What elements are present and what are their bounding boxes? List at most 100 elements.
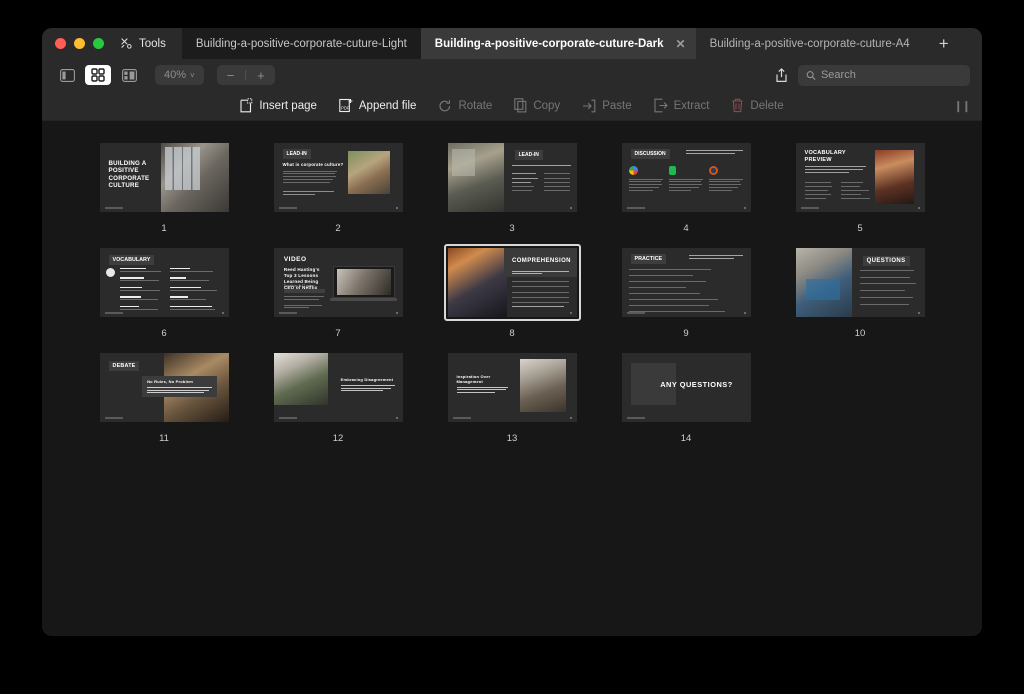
page-cell[interactable]: BUILDING A POSITIVE CORPORATE CULTURE 1 [77, 139, 251, 234]
page-thumbnail-wrap[interactable]: VOCABULARY PREVIEW [792, 139, 929, 216]
page-cell[interactable]: COMPREHENSION 8 [425, 244, 599, 339]
page-cell[interactable]: LEAD-IN What is corporate culture? 2 [251, 139, 425, 234]
page-thumbnail-wrap[interactable]: QUESTIONS [792, 244, 929, 321]
page-thumbnail-wrap[interactable]: VIDEO Reed Hasting's Top 3 Lessons Learn… [270, 244, 407, 321]
page-thumbnail-wrap[interactable]: LEAD-IN [444, 139, 581, 216]
page-thumbnail-wrap[interactable]: PRACTICE [618, 244, 755, 321]
grid-view-button[interactable] [85, 65, 111, 85]
page-cell[interactable]: QUESTIONS 10 [773, 244, 947, 339]
tab-close-icon[interactable]: ✕ [674, 36, 688, 52]
slide-column [629, 165, 663, 191]
zoom-out-button[interactable]: − [217, 68, 245, 83]
slide-card: No Rules, No Problem [142, 375, 217, 397]
append-file-button[interactable]: PDF Append file [339, 98, 416, 113]
extract-button[interactable]: Extract [654, 98, 710, 113]
page-thumbnail-wrap-selected[interactable]: COMPREHENSION [443, 244, 581, 321]
slide-heading-lines [512, 165, 572, 168]
slide-canvas: Inspiration Over Management [447, 353, 577, 422]
extract-icon [654, 98, 668, 113]
sidebar-view-button[interactable] [54, 65, 80, 85]
extract-label: Extract [673, 99, 710, 112]
page-cell[interactable]: LEAD-IN 3 [425, 139, 599, 234]
rotate-button[interactable]: Rotate [438, 99, 492, 113]
slide-terms-right [170, 268, 219, 310]
slide-photo [447, 143, 505, 212]
close-window-button[interactable] [55, 38, 66, 49]
page-thumbnail-wrap[interactable]: DEBATE No Rules, No Problem [96, 349, 233, 426]
slide-canvas: LEAD-IN [447, 143, 577, 212]
page-thumbnail-wrap[interactable]: Inspiration Over Management [444, 349, 581, 426]
slide-card-title: Inspiration Over Management [456, 374, 491, 384]
slide-body-lines [282, 170, 337, 185]
page-cell[interactable]: PRACTICE 9 [599, 244, 773, 339]
slide-card: Inspiration Over Management [456, 374, 509, 393]
slide-card-title: No Rules, No Problem [147, 378, 194, 384]
page-thumbnail-wrap[interactable]: BUILDING A POSITIVE CORPORATE CULTURE [96, 139, 233, 216]
page-cell[interactable]: Inspiration Over Management 13 [425, 349, 599, 444]
share-icon [775, 67, 787, 82]
app-window: Tools Building-a-positive-corporate-cutu… [42, 28, 982, 636]
page-cell[interactable]: ANY QUESTIONS? 14 [599, 349, 773, 444]
page-number: 7 [335, 328, 341, 339]
slide-note-lines [282, 191, 335, 195]
slide-badge: LEAD-IN [282, 148, 311, 159]
split-view-button[interactable] [116, 65, 142, 85]
slide-footer [626, 312, 645, 314]
new-tab-button[interactable]: + [924, 28, 964, 59]
search-field[interactable] [798, 64, 970, 86]
slide-heading-lines [804, 166, 867, 173]
page-number: 14 [680, 433, 692, 444]
sidebar-icon [59, 68, 75, 82]
page-thumbnail-wrap[interactable]: ANY QUESTIONS? [618, 349, 755, 426]
toolbar-resize-grip[interactable]: ❙❙ [954, 99, 971, 112]
slide-bullets-right [544, 173, 572, 192]
slide-photo [447, 248, 507, 317]
search-input[interactable] [820, 69, 962, 81]
page-grid-area: BUILDING A POSITIVE CORPORATE CULTURE 1 … [42, 121, 982, 636]
slide-photo [348, 151, 390, 195]
slide-card: Embracing Disagreement [340, 377, 395, 391]
page-thumbnail-wrap[interactable]: Embracing Disagreement [270, 349, 407, 426]
slide-numbered-list [629, 268, 743, 312]
slide-canvas: COMPREHENSION [447, 248, 577, 317]
slide-badge: VOCABULARY [108, 254, 155, 265]
page-cell[interactable]: DISCUSSION 4 [599, 139, 773, 234]
tab-a4[interactable]: Building-a-positive-corporate-cuture-A4 [695, 28, 924, 59]
slide-canvas: VOCABULARY PREVIEW [795, 143, 925, 212]
page-thumbnail-wrap[interactable]: VOCABULARY [96, 244, 233, 321]
zoom-level-dropdown[interactable]: 40% ˅ [155, 65, 204, 85]
paste-button[interactable]: Paste [582, 99, 632, 113]
slide-canvas: VIDEO Reed Hasting's Top 3 Lessons Learn… [273, 248, 403, 317]
page-number: 11 [159, 433, 169, 444]
delete-button[interactable]: Delete [731, 98, 784, 113]
maximize-window-button[interactable] [93, 38, 104, 49]
page-thumbnail-wrap[interactable]: LEAD-IN What is corporate culture? [270, 139, 407, 216]
page-cell[interactable]: VOCABULARY PREVIEW 5 [773, 139, 947, 234]
tab-light[interactable]: Building-a-positive-corporate-cuture-Lig… [181, 28, 421, 59]
slide-page-marker [569, 207, 572, 209]
page-cell[interactable]: Embracing Disagreement 12 [251, 349, 425, 444]
insert-page-label: Insert page [259, 99, 317, 112]
tools-button[interactable]: Tools [118, 28, 182, 59]
share-button[interactable] [769, 67, 793, 83]
insert-page-button[interactable]: Insert page [240, 98, 317, 113]
tab-dark[interactable]: Building-a-positive-corporate-cuture-Dar… [420, 28, 696, 59]
minimize-window-button[interactable] [74, 38, 85, 49]
slide-canvas: Embracing Disagreement [273, 353, 403, 422]
page-number: 9 [683, 328, 689, 339]
slide-question-line [512, 305, 564, 307]
page-thumbnail-wrap[interactable]: DISCUSSION [618, 139, 755, 216]
page-cell[interactable]: VIDEO Reed Hasting's Top 3 Lessons Learn… [251, 244, 425, 339]
action-toolbar: Insert page PDF Append file Rotate Copy [42, 91, 982, 121]
slide-canvas: PRACTICE [621, 248, 751, 317]
page-cell[interactable]: DEBATE No Rules, No Problem 11 [77, 349, 251, 444]
title-bar: Tools Building-a-positive-corporate-cutu… [42, 28, 982, 59]
page-cell[interactable]: VOCABULARY 6 [77, 244, 251, 339]
slide-page-marker [743, 312, 746, 314]
zoom-in-button[interactable]: + [247, 68, 275, 83]
copy-button[interactable]: Copy [514, 98, 560, 113]
slide-photo [795, 248, 853, 317]
slide-answer-lines [512, 281, 569, 303]
slide-page-marker [395, 417, 398, 419]
tab-a4-label: Building-a-positive-corporate-cuture-A4 [709, 37, 910, 50]
